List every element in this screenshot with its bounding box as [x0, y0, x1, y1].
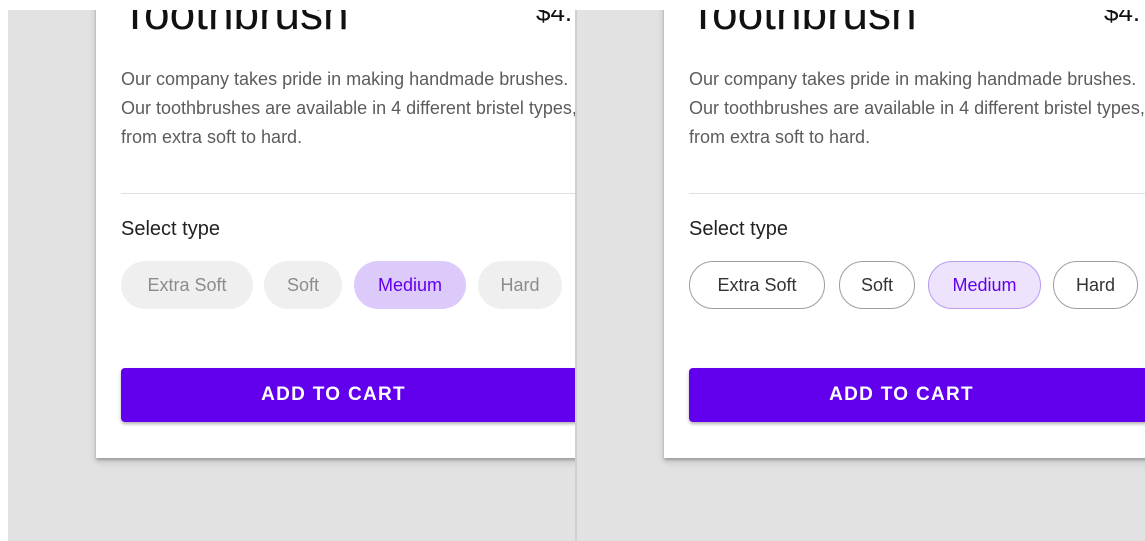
- product-title: Toothbrush: [121, 10, 349, 39]
- product-description: Our company takes pride in making handma…: [121, 69, 575, 147]
- outlined-chip-variant-panel: Toothbrush $4. Our company takes pride i…: [577, 10, 1145, 541]
- chip-hard[interactable]: Hard: [478, 261, 562, 309]
- product-description: Our company takes pride in making handma…: [689, 69, 1145, 147]
- chip-soft[interactable]: Soft: [264, 261, 342, 309]
- chip-hard[interactable]: Hard: [1053, 261, 1138, 309]
- select-type-label: Select type: [689, 218, 788, 240]
- chip-extra-soft[interactable]: Extra Soft: [689, 261, 825, 309]
- add-to-cart-label: ADD TO CART: [829, 384, 974, 405]
- product-title: Toothbrush: [689, 10, 917, 39]
- select-type-label: Select type: [121, 218, 220, 240]
- product-price: $4.: [1104, 10, 1141, 27]
- product-card: Toothbrush $4. Our company takes pride i…: [96, 10, 575, 458]
- product-price: $4.: [536, 10, 573, 27]
- product-card: Toothbrush $4. Our company takes pride i…: [664, 10, 1145, 458]
- add-to-cart-label: ADD TO CART: [261, 384, 406, 405]
- chip-medium[interactable]: Medium: [354, 261, 466, 309]
- chip-extra-soft[interactable]: Extra Soft: [121, 261, 253, 309]
- add-to-cart-button[interactable]: ADD TO CART: [121, 368, 575, 422]
- filled-chip-variant-panel: Toothbrush $4. Our company takes pride i…: [8, 10, 575, 541]
- section-divider: [121, 193, 575, 194]
- chip-soft[interactable]: Soft: [839, 261, 915, 309]
- chip-medium[interactable]: Medium: [928, 261, 1041, 309]
- section-divider: [689, 193, 1145, 194]
- add-to-cart-button[interactable]: ADD TO CART: [689, 368, 1145, 422]
